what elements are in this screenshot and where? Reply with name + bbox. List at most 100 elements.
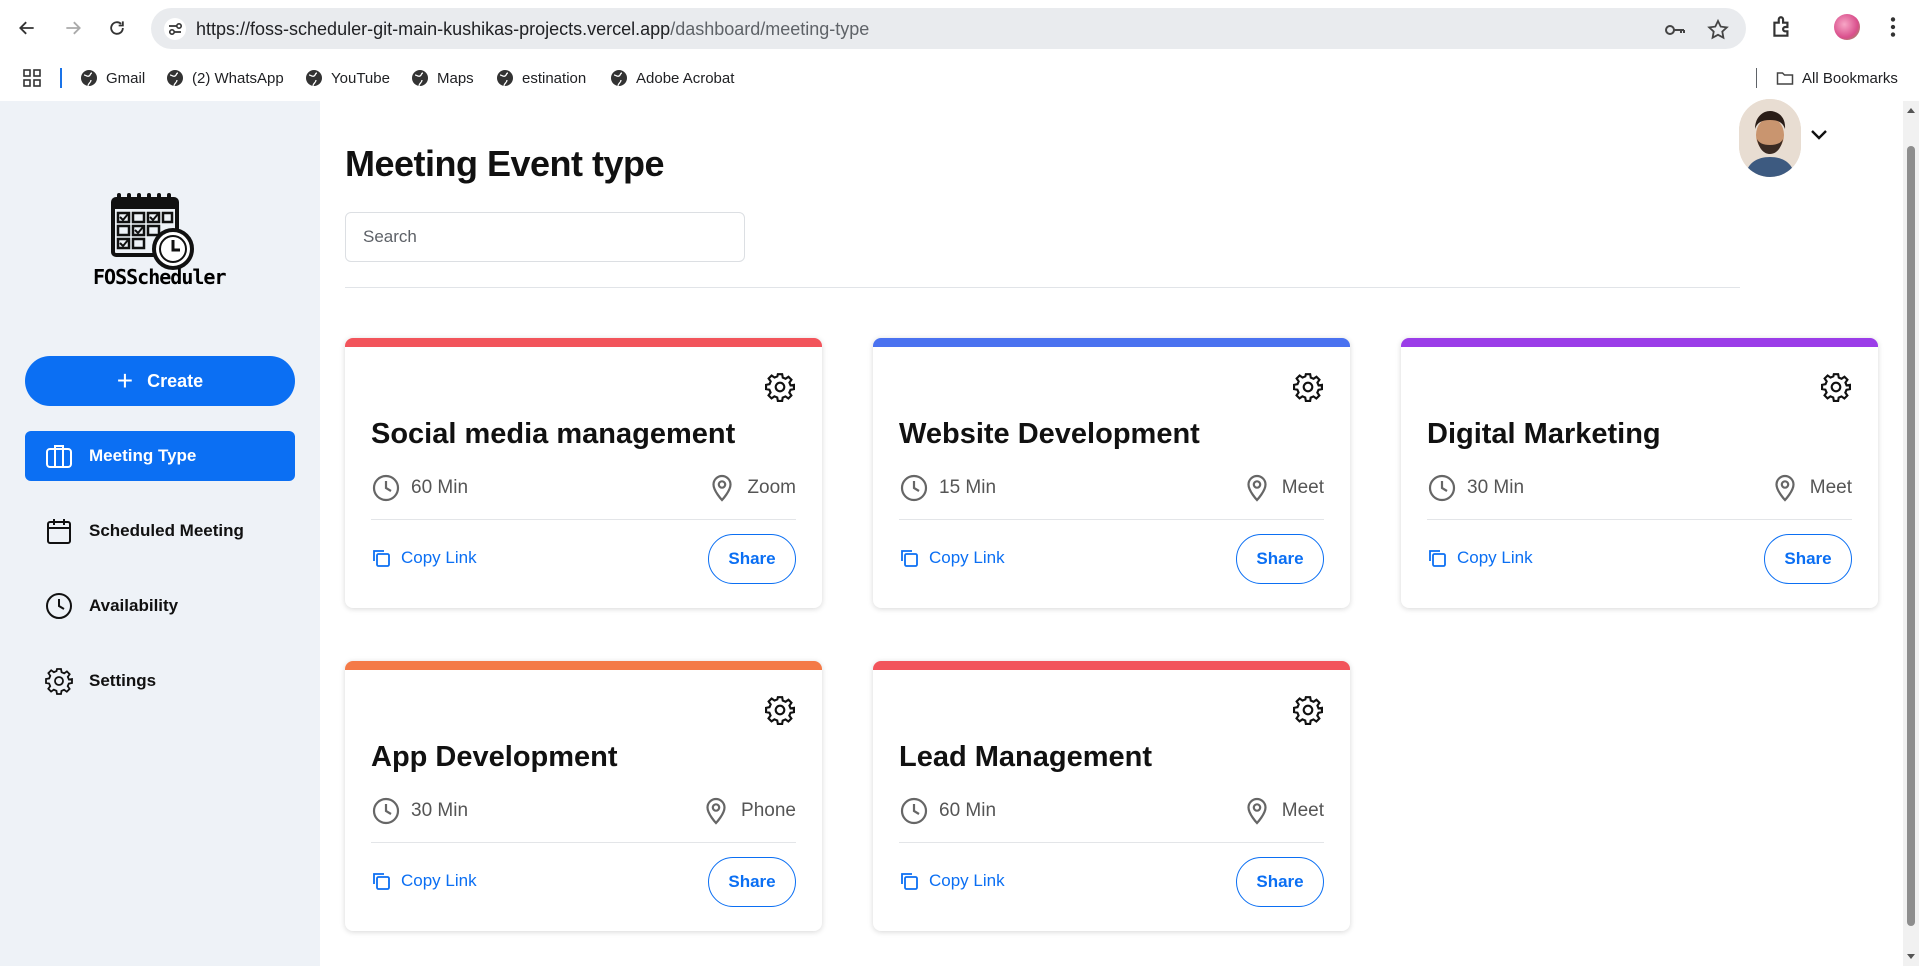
apps-grid-icon[interactable] bbox=[22, 68, 42, 88]
event-type-card[interactable]: App Development 30 Min Phone Copy Link Share bbox=[345, 661, 822, 931]
share-button[interactable]: Share bbox=[1236, 857, 1324, 907]
password-key-icon[interactable] bbox=[1663, 18, 1687, 42]
copy-icon bbox=[901, 550, 918, 567]
copy-icon bbox=[373, 873, 390, 890]
main-content: Meeting Event type Social media manageme… bbox=[320, 99, 1903, 966]
share-button[interactable]: Share bbox=[1236, 534, 1324, 584]
sidebar-item-label: Availability bbox=[89, 596, 179, 615]
card-location: Zoom bbox=[707, 473, 796, 503]
card-settings-button[interactable] bbox=[1293, 372, 1323, 402]
reload-button[interactable] bbox=[101, 12, 133, 44]
sidebar-item-settings[interactable]: Settings bbox=[25, 656, 295, 706]
briefcase-icon bbox=[46, 445, 72, 468]
card-title: Website Development bbox=[899, 418, 1200, 450]
share-button[interactable]: Share bbox=[1764, 534, 1852, 584]
sidebar-item-label: Meeting Type bbox=[89, 446, 197, 465]
card-settings-button[interactable] bbox=[765, 372, 795, 402]
duration-text: 60 Min bbox=[939, 800, 997, 821]
share-label: Share bbox=[728, 549, 776, 568]
location-pin-icon bbox=[712, 474, 733, 502]
event-type-card[interactable]: Social media management 60 Min Zoom Copy Li… bbox=[345, 338, 822, 608]
share-button[interactable]: Share bbox=[708, 534, 796, 584]
bookmark-adobe-acrobat[interactable]: Adobe Acrobat bbox=[610, 66, 734, 90]
scroll-down-icon[interactable] bbox=[1906, 952, 1916, 962]
bookmark-estination[interactable]: estination bbox=[496, 66, 586, 90]
site-settings-icon[interactable] bbox=[163, 17, 187, 41]
copy-link-button[interactable]: Copy Link bbox=[371, 548, 477, 568]
plus-icon: + bbox=[116, 365, 134, 396]
copy-link-label: Copy Link bbox=[929, 871, 1005, 890]
card-title: App Development bbox=[371, 741, 618, 773]
location-pin-icon bbox=[1775, 474, 1795, 502]
bookmarks-separator bbox=[1756, 68, 1757, 88]
card-title: Lead Management bbox=[899, 741, 1152, 773]
duration-text: 15 Min bbox=[939, 477, 997, 498]
all-bookmarks-label: All Bookmarks bbox=[1802, 69, 1898, 87]
share-label: Share bbox=[1256, 549, 1304, 568]
scroll-up-icon[interactable] bbox=[1906, 105, 1916, 115]
address-bar[interactable]: https://foss-scheduler-git-main-kushikas… bbox=[151, 8, 1746, 49]
scrollbar[interactable] bbox=[1903, 101, 1919, 966]
card-title: Social media management bbox=[371, 418, 736, 450]
bookmark-label: Gmail bbox=[106, 69, 146, 87]
gear-icon bbox=[765, 696, 795, 725]
all-bookmarks-button[interactable]: All Bookmarks bbox=[1776, 66, 1898, 90]
card-divider bbox=[371, 519, 796, 520]
location-pin-icon bbox=[706, 797, 726, 825]
scroll-thumb[interactable] bbox=[1907, 146, 1915, 926]
card-title: Digital Marketing bbox=[1427, 418, 1661, 450]
sidebar-item-label: Settings bbox=[89, 671, 157, 690]
bookmark-youtube[interactable]: YouTube bbox=[305, 66, 390, 90]
extensions-icon[interactable] bbox=[1769, 14, 1795, 40]
card-color-bar bbox=[1401, 338, 1878, 347]
sidebar-item-availability[interactable]: Availability bbox=[25, 581, 295, 631]
copy-link-label: Copy Link bbox=[401, 548, 477, 567]
globe-icon bbox=[306, 70, 322, 87]
location-pin-icon bbox=[1247, 474, 1267, 502]
copy-link-button[interactable]: Copy Link bbox=[899, 871, 1005, 891]
bookmark-star-icon[interactable] bbox=[1706, 18, 1730, 42]
avatar-photo bbox=[1739, 99, 1801, 177]
duration-text: 60 Min bbox=[411, 477, 469, 498]
browser-profile-avatar[interactable] bbox=[1834, 14, 1860, 40]
copy-link-button[interactable]: Copy Link bbox=[371, 871, 477, 891]
create-button[interactable]: + Create bbox=[25, 356, 295, 406]
gear-icon bbox=[1293, 696, 1323, 725]
copy-link-label: Copy Link bbox=[401, 871, 477, 890]
chevron-down-icon[interactable] bbox=[1808, 123, 1830, 145]
divider bbox=[345, 287, 1740, 288]
more-menu-icon[interactable] bbox=[1880, 14, 1906, 40]
copy-link-button[interactable]: Copy Link bbox=[899, 548, 1005, 568]
card-duration: 30 Min bbox=[1427, 473, 1524, 503]
bookmarks-bar: Gmail (2) WhatsApp YouTube Maps estinati… bbox=[0, 58, 1919, 98]
card-settings-button[interactable] bbox=[1293, 695, 1323, 725]
url-text: https://foss-scheduler-git-main-kushikas… bbox=[196, 19, 869, 40]
bookmark-whatsapp[interactable]: (2) WhatsApp bbox=[166, 66, 284, 90]
copy-icon bbox=[373, 550, 390, 567]
copy-link-button[interactable]: Copy Link bbox=[1427, 548, 1533, 568]
sidebar-item-meeting-type[interactable]: Meeting Type bbox=[25, 431, 295, 481]
globe-icon bbox=[611, 70, 627, 87]
card-location: Meet bbox=[1242, 473, 1324, 503]
event-type-card[interactable]: Digital Marketing 30 Min Meet Copy Link Shar… bbox=[1401, 338, 1878, 608]
bookmark-label: YouTube bbox=[331, 69, 390, 87]
bookmark-gmail[interactable]: Gmail bbox=[80, 66, 145, 90]
search-input[interactable] bbox=[345, 212, 745, 262]
clock-icon bbox=[372, 474, 400, 502]
forward-button[interactable] bbox=[57, 12, 89, 44]
sidebar-item-scheduled-meeting[interactable]: Scheduled Meeting bbox=[25, 506, 295, 556]
calendar-icon bbox=[47, 519, 71, 544]
bookmark-maps[interactable]: Maps bbox=[411, 66, 474, 90]
share-button[interactable]: Share bbox=[708, 857, 796, 907]
user-avatar[interactable] bbox=[1739, 99, 1801, 177]
url-host: https://foss-scheduler-git-main-kushikas… bbox=[196, 19, 671, 39]
card-settings-button[interactable] bbox=[1821, 372, 1851, 402]
share-label: Share bbox=[1784, 549, 1832, 568]
copy-icon bbox=[1429, 550, 1446, 567]
duration-text: 30 Min bbox=[411, 800, 469, 821]
app-logo: FOSScheduler bbox=[93, 189, 227, 289]
card-settings-button[interactable] bbox=[765, 695, 795, 725]
back-button[interactable] bbox=[11, 12, 43, 44]
event-type-card[interactable]: Website Development 15 Min Meet Copy Link Sh… bbox=[873, 338, 1350, 608]
event-type-card[interactable]: Lead Management 60 Min Meet Copy Link Share bbox=[873, 661, 1350, 931]
